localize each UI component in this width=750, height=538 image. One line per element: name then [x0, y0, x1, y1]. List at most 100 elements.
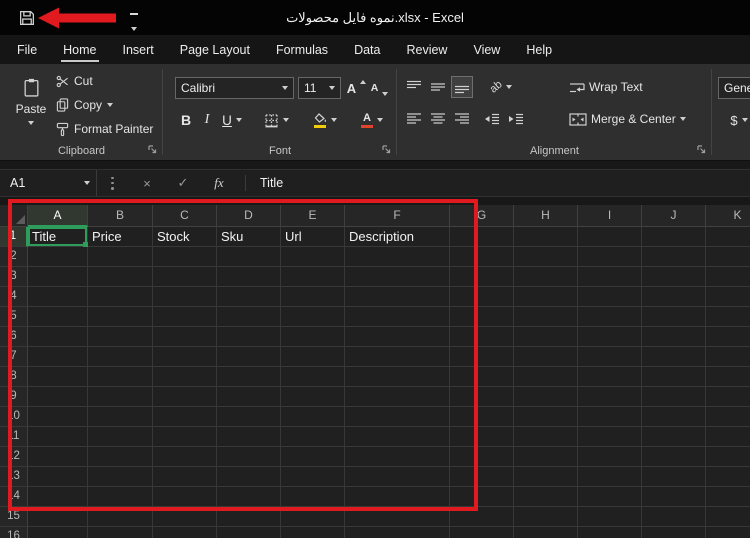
alignment-dialog-launcher-icon[interactable] — [696, 144, 707, 155]
cell-I15[interactable] — [578, 507, 642, 527]
cell-E16[interactable] — [281, 527, 345, 538]
merge-center-button[interactable]: Merge & Center — [569, 108, 686, 130]
cell-H3[interactable] — [514, 267, 578, 287]
cell-E1[interactable]: Url — [281, 227, 345, 247]
cell-J9[interactable] — [642, 387, 706, 407]
cell-B14[interactable] — [88, 487, 153, 507]
cell-G13[interactable] — [450, 467, 514, 487]
cell-A15[interactable] — [28, 507, 88, 527]
column-header-H[interactable]: H — [514, 205, 578, 227]
cell-G5[interactable] — [450, 307, 514, 327]
cell-B2[interactable] — [88, 247, 153, 267]
cell-D5[interactable] — [217, 307, 281, 327]
cell-F5[interactable] — [345, 307, 450, 327]
tab-help[interactable]: Help — [513, 35, 565, 64]
cell-E12[interactable] — [281, 447, 345, 467]
cell-D2[interactable] — [217, 247, 281, 267]
cell-B5[interactable] — [88, 307, 153, 327]
enter-button[interactable]: ✓ — [165, 175, 201, 191]
cell-I11[interactable] — [578, 427, 642, 447]
cell-B16[interactable] — [88, 527, 153, 538]
cell-A1[interactable]: Title — [28, 227, 88, 247]
accounting-format-button[interactable]: $ — [722, 109, 750, 131]
tab-view[interactable]: View — [460, 35, 513, 64]
cell-I4[interactable] — [578, 287, 642, 307]
cell-F13[interactable] — [345, 467, 450, 487]
row-header-6[interactable]: 6 — [0, 327, 28, 347]
cell-C4[interactable] — [153, 287, 217, 307]
cell-A10[interactable] — [28, 407, 88, 427]
cell-H6[interactable] — [514, 327, 578, 347]
cell-H12[interactable] — [514, 447, 578, 467]
cell-J15[interactable] — [642, 507, 706, 527]
row-header-14[interactable]: 14 — [0, 487, 28, 507]
row-header-16[interactable]: 16 — [0, 527, 28, 538]
cell-A9[interactable] — [28, 387, 88, 407]
cell-B1[interactable]: Price — [88, 227, 153, 247]
cell-K16[interactable] — [706, 527, 750, 538]
cell-A13[interactable] — [28, 467, 88, 487]
cell-E6[interactable] — [281, 327, 345, 347]
row-header-1[interactable]: 1 — [0, 227, 28, 247]
cell-C11[interactable] — [153, 427, 217, 447]
row-header-3[interactable]: 3 — [0, 267, 28, 287]
cell-F10[interactable] — [345, 407, 450, 427]
cell-C5[interactable] — [153, 307, 217, 327]
cell-I16[interactable] — [578, 527, 642, 538]
column-header-G[interactable]: G — [450, 205, 514, 227]
underline-button[interactable]: U — [217, 109, 247, 131]
cell-G1[interactable] — [450, 227, 514, 247]
tab-home[interactable]: Home — [50, 35, 109, 64]
column-header-C[interactable]: C — [153, 205, 217, 227]
decrease-indent-button[interactable] — [481, 108, 503, 130]
cell-A5[interactable] — [28, 307, 88, 327]
cell-B12[interactable] — [88, 447, 153, 467]
cell-F4[interactable] — [345, 287, 450, 307]
cell-E4[interactable] — [281, 287, 345, 307]
cell-I7[interactable] — [578, 347, 642, 367]
column-header-D[interactable]: D — [217, 205, 281, 227]
cell-F9[interactable] — [345, 387, 450, 407]
cell-A14[interactable] — [28, 487, 88, 507]
italic-button[interactable]: I — [199, 109, 215, 131]
cell-H2[interactable] — [514, 247, 578, 267]
cell-E15[interactable] — [281, 507, 345, 527]
cell-H16[interactable] — [514, 527, 578, 538]
number-format-select[interactable]: General — [718, 77, 750, 99]
cell-I1[interactable] — [578, 227, 642, 247]
cell-K3[interactable] — [706, 267, 750, 287]
cell-I3[interactable] — [578, 267, 642, 287]
cell-J1[interactable] — [642, 227, 706, 247]
cell-I8[interactable] — [578, 367, 642, 387]
cell-B15[interactable] — [88, 507, 153, 527]
cell-D11[interactable] — [217, 427, 281, 447]
cell-D7[interactable] — [217, 347, 281, 367]
increase-font-size-button[interactable]: A — [346, 77, 367, 99]
row-header-10[interactable]: 10 — [0, 407, 28, 427]
cell-A6[interactable] — [28, 327, 88, 347]
column-header-A[interactable]: A — [28, 205, 88, 227]
cell-H5[interactable] — [514, 307, 578, 327]
cell-H1[interactable] — [514, 227, 578, 247]
cell-C12[interactable] — [153, 447, 217, 467]
column-header-E[interactable]: E — [281, 205, 345, 227]
formula-input[interactable]: Title — [254, 176, 283, 190]
cell-D4[interactable] — [217, 287, 281, 307]
cell-K4[interactable] — [706, 287, 750, 307]
cell-I6[interactable] — [578, 327, 642, 347]
align-middle-button[interactable] — [427, 76, 449, 98]
row-header-8[interactable]: 8 — [0, 367, 28, 387]
cell-D9[interactable] — [217, 387, 281, 407]
cell-H13[interactable] — [514, 467, 578, 487]
cell-B9[interactable] — [88, 387, 153, 407]
row-header-4[interactable]: 4 — [0, 287, 28, 307]
cell-J6[interactable] — [642, 327, 706, 347]
cell-D6[interactable] — [217, 327, 281, 347]
cell-B8[interactable] — [88, 367, 153, 387]
row-header-2[interactable]: 2 — [0, 247, 28, 267]
cell-F11[interactable] — [345, 427, 450, 447]
row-header-13[interactable]: 13 — [0, 467, 28, 487]
tab-review[interactable]: Review — [393, 35, 460, 64]
cell-I10[interactable] — [578, 407, 642, 427]
cell-I14[interactable] — [578, 487, 642, 507]
